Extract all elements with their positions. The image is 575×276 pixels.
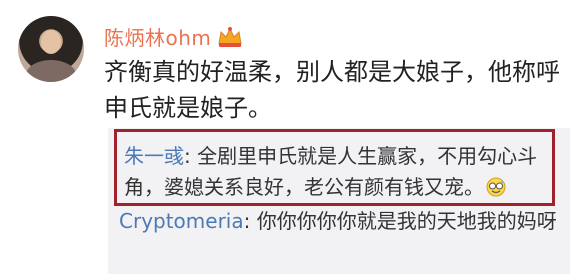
avatar-figure — [26, 60, 76, 82]
user-avatar[interactable] — [18, 16, 84, 82]
reply-username[interactable]: Cryptomeria — [119, 209, 244, 233]
post-header: 陈炳林ohm — [104, 22, 243, 51]
post-text: 齐衡真的好温柔，别人都是大娘子，他称呼申氏就是娘子。 — [104, 58, 560, 122]
reply-item: Cryptomeria: 你你你你你就是我的天地我的妈呀 — [119, 206, 559, 237]
username-link[interactable]: 陈炳林ohm — [104, 22, 211, 51]
reply-separator: : — [184, 144, 198, 168]
avatar-face — [41, 30, 61, 54]
reply-text: 你你你你你就是我的天地我的妈呀 — [256, 209, 557, 233]
reply-separator: : — [243, 209, 257, 233]
reply-username[interactable]: 朱一彧 — [124, 144, 184, 168]
crown-icon — [217, 26, 243, 48]
sweat-smile-emoji-icon — [486, 175, 506, 197]
reply-item: 朱一彧: 全剧里申氏就是人生赢家，不用勾心斗角，婆媳关系良好，老公有颜有钱又宠。 — [124, 141, 554, 203]
